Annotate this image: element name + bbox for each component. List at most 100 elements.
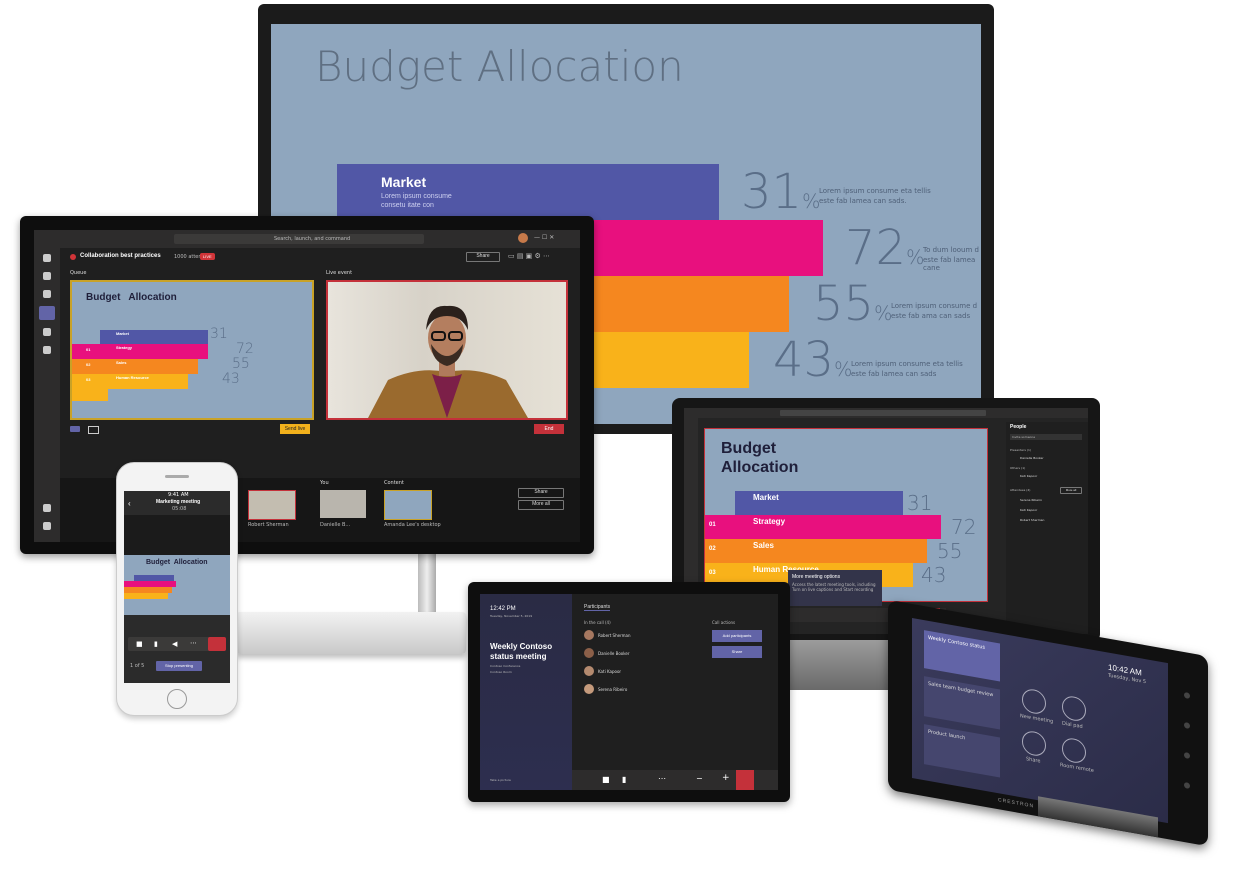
- phone-back-icon[interactable]: ‹: [128, 499, 131, 508]
- rail-files-icon[interactable]: [43, 346, 51, 354]
- presenter-name: Robert Sherman: [248, 522, 289, 528]
- phone-home-button[interactable]: [167, 689, 187, 709]
- note-3: Lorem ipsum consume d: [891, 302, 978, 310]
- camera-icon[interactable]: [88, 426, 99, 434]
- room-remote-tile[interactable]: [1062, 736, 1086, 765]
- rail-calls-icon[interactable]: [43, 328, 51, 336]
- q-pct-55: 55: [232, 356, 250, 372]
- new-meeting-tile[interactable]: [1022, 687, 1046, 716]
- dial-pad-tile[interactable]: [1062, 694, 1086, 723]
- add-participants-button[interactable]: Add participants: [712, 630, 762, 642]
- tablet-tab[interactable]: Participants: [584, 604, 611, 611]
- end-button[interactable]: End: [534, 424, 564, 434]
- tablet: 12:42 PM Tuesday, November 5, 2019 Weekl…: [468, 582, 790, 802]
- note-2: To dum looum d: [923, 246, 979, 254]
- room-side-button-1[interactable]: [1184, 691, 1190, 700]
- queue-slide[interactable]: Budget Allocation Market 01 Strategy 02 …: [70, 280, 314, 420]
- share-button[interactable]: Share: [466, 252, 500, 262]
- send-live-button[interactable]: Send live: [280, 424, 310, 434]
- monitor-stand-base: [236, 612, 466, 654]
- phone-screen: 9:41 AM ‹ Marketing meeting 05:08 Budget…: [124, 491, 230, 683]
- meeting-options-tooltip: More meeting options Access the latest m…: [788, 570, 882, 606]
- phone-speaker: [165, 475, 189, 478]
- tablet-hangup-button[interactable]: [736, 770, 754, 790]
- rail-feedback-icon[interactable]: [43, 504, 51, 512]
- queue-toggle-icon[interactable]: [70, 426, 80, 432]
- share-action-button[interactable]: Share: [712, 646, 762, 658]
- presenters-label: Presenters (1): [1010, 448, 1032, 452]
- laptop2-titlebar: [684, 408, 1088, 418]
- tablet-camera-icon[interactable]: ■: [602, 775, 610, 784]
- pct-31-value: 31: [741, 164, 803, 220]
- room-side-button-2[interactable]: [1184, 721, 1190, 730]
- live-video[interactable]: [326, 280, 568, 420]
- you-name: Danielle B...: [320, 522, 351, 528]
- participant-2-avatar: [584, 648, 594, 658]
- q-bar-5: [72, 389, 108, 401]
- participant-1-avatar: [584, 630, 594, 640]
- room-side-button-4[interactable]: [1184, 781, 1190, 790]
- slide-title: Budget Allocation: [315, 42, 684, 91]
- dial-pad-label: Dial pad: [1062, 720, 1083, 731]
- room-side-button-3[interactable]: [1184, 751, 1190, 760]
- laptop2-search[interactable]: [780, 410, 986, 416]
- phone-more-icon[interactable]: ⋯: [190, 639, 197, 647]
- search-box[interactable]: Search, launch, and command: [174, 234, 424, 244]
- share-tile[interactable]: [1022, 729, 1046, 758]
- call-actions-label: Call actions: [712, 620, 736, 625]
- bar-market-label: Market: [381, 174, 427, 190]
- q-pct-43: 43: [222, 371, 240, 387]
- you-thumb[interactable]: [320, 490, 366, 518]
- tablet-plus-icon[interactable]: +: [722, 773, 730, 783]
- phone-mic-icon[interactable]: ▮: [154, 640, 158, 648]
- avatar[interactable]: [518, 233, 528, 243]
- rail-activity-icon[interactable]: [43, 254, 51, 262]
- q-bar-2: [72, 344, 208, 359]
- phone-camera-icon[interactable]: ■: [136, 640, 143, 648]
- pct-43: 43%: [773, 332, 853, 388]
- tablet-meeting-sub: Contoso Conference: [490, 664, 521, 668]
- window-controls[interactable]: — ☐ ✕: [534, 234, 554, 241]
- rail-chat-icon[interactable]: [43, 272, 51, 280]
- phone-time: 9:41 AM: [168, 492, 189, 498]
- more-button[interactable]: More all: [518, 500, 564, 510]
- tablet-minus-icon[interactable]: −: [696, 774, 703, 783]
- bar-market-sub2: consetu itate con: [381, 202, 434, 209]
- note-1b: este fab lamea can sads.: [819, 197, 907, 205]
- phone-speaker-icon[interactable]: ◀: [172, 640, 177, 648]
- presenter-entry: Danielle Booker: [1020, 456, 1044, 460]
- pct-31: 31%: [741, 164, 821, 220]
- phone-controls: ■ ▮ ◀ ⋯: [128, 637, 226, 651]
- content-thumb[interactable]: [384, 490, 432, 520]
- l2-bar-3-label: Sales: [753, 541, 774, 550]
- queue-slide-title: Budget Allocation: [86, 292, 177, 303]
- room-panel-screen: Weekly Contoso status Sales team budget …: [912, 618, 1168, 824]
- phone-slide-title: Budget Allocation: [146, 559, 208, 566]
- attendee-1: Serena Ribeiro: [1020, 498, 1042, 502]
- phone-hangup-button[interactable]: [208, 637, 226, 651]
- teams-display: Search, launch, and command — ☐ ✕ Collab…: [20, 216, 594, 554]
- pct-55: 55%: [813, 276, 893, 332]
- phone: 9:41 AM ‹ Marketing meeting 05:08 Budget…: [116, 462, 238, 716]
- thumb-1[interactable]: [248, 490, 296, 520]
- q-bar-1-label: Market: [116, 331, 129, 336]
- l2-bar-2-label: Strategy: [753, 517, 786, 526]
- tablet-screen: 12:42 PM Tuesday, November 5, 2019 Weekl…: [480, 594, 778, 790]
- rail-teams-icon[interactable]: [43, 290, 51, 298]
- meeting-title: Collaboration best practices: [80, 253, 161, 259]
- share-button-2[interactable]: Share: [518, 488, 564, 498]
- pct-55-value: 55: [813, 276, 875, 332]
- header-icons[interactable]: ▭ ▤ ▣ ⚙ ⋯: [508, 252, 550, 260]
- tablet-footer[interactable]: Take a picture: [490, 778, 511, 782]
- you-label: You: [320, 480, 329, 486]
- l2-pct-72: 72: [951, 515, 977, 539]
- q-bar-3: [72, 359, 198, 374]
- attendee-3: Robert Sherman: [1020, 518, 1045, 522]
- new-meeting-label: New meeting: [1020, 713, 1054, 725]
- tablet-more-icon[interactable]: ⋯: [658, 774, 666, 783]
- rail-apps-icon[interactable]: [43, 522, 51, 530]
- rail-meetings-icon[interactable]: [39, 306, 55, 320]
- stop-presenting-button[interactable]: Stop presenting: [156, 661, 202, 671]
- mute-all-button[interactable]: Mute all: [1060, 487, 1082, 494]
- tablet-mic-icon[interactable]: ▮: [622, 775, 626, 784]
